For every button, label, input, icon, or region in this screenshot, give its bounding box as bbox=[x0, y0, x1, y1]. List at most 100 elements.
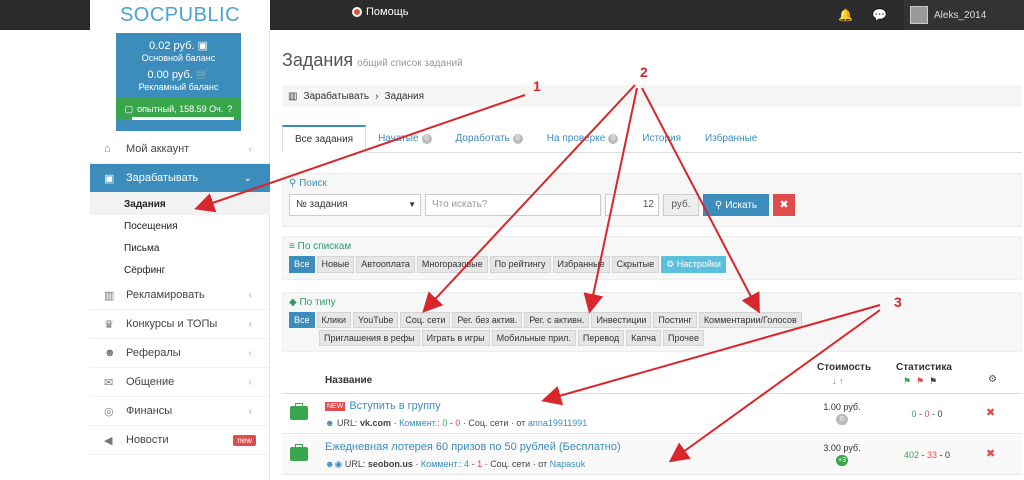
lifebuoy-icon bbox=[352, 7, 362, 17]
search-heading: ⚲ Поиск bbox=[289, 178, 327, 189]
chat-icon[interactable]: 💬 bbox=[872, 8, 887, 22]
list-chip[interactable]: Скрытые bbox=[611, 256, 660, 273]
hide-task-button[interactable]: ✖ bbox=[986, 406, 995, 419]
annotation-number: 1 bbox=[533, 78, 541, 94]
new-badge: NEW bbox=[325, 401, 346, 411]
col-name[interactable]: Название bbox=[325, 375, 372, 386]
type-chip[interactable]: Клики bbox=[316, 312, 352, 328]
task-title[interactable]: NEW Вступить в группу bbox=[325, 400, 441, 412]
types-panel: ◆ По типу Все Клики YouTube Соц. сети Ре… bbox=[282, 292, 1022, 352]
briefcase-icon bbox=[290, 403, 308, 420]
help-link[interactable]: Помощь bbox=[352, 6, 409, 18]
sidebar-item-earn[interactable]: ▣ Зарабатывать ⌄ bbox=[90, 164, 270, 193]
task-title[interactable]: Ежедневная лотерея 60 призов по 50 рубле… bbox=[325, 441, 621, 453]
search-type-select[interactable]: № задания ▼ bbox=[289, 194, 421, 216]
type-chip[interactable]: Все bbox=[289, 312, 315, 328]
comments-icon: ✉ bbox=[104, 376, 114, 389]
home-icon: ⌂ bbox=[104, 143, 111, 155]
type-chip[interactable]: Постинг bbox=[653, 312, 697, 328]
search-icon: ⚲ bbox=[289, 178, 297, 189]
col-cost: Стоимость bbox=[817, 362, 872, 373]
task-meta: ☻◉ URL: seobon.us · Коммент.: 4 - 1 · Со… bbox=[325, 459, 586, 469]
task-stats: 0 - 0 - 0 bbox=[911, 409, 943, 419]
type-chip[interactable]: Мобильные прил. bbox=[491, 330, 576, 346]
sidebar-item-news[interactable]: ◀ Новости new bbox=[90, 426, 270, 455]
chevron-left-icon: ‹ bbox=[248, 376, 252, 388]
sort-arrows-icon[interactable]: ↓ ↑ bbox=[832, 376, 844, 386]
breadcrumb-earn[interactable]: Зарабатывать bbox=[303, 91, 369, 102]
sidebar-item-contests[interactable]: ♛ Конкурсы и ТОПы ‹ bbox=[90, 310, 270, 339]
tab-history[interactable]: История bbox=[630, 125, 693, 153]
flag-green-icon: ⚑ bbox=[903, 376, 912, 386]
type-chip[interactable]: Играть в игры bbox=[421, 330, 490, 346]
page-subtitle: общий список заданий bbox=[357, 58, 463, 69]
author-link[interactable]: anna19911991 bbox=[528, 418, 587, 428]
type-chip[interactable]: Перевод bbox=[577, 330, 625, 346]
sidebar-item-advertise[interactable]: ▥ Рекламировать ‹ bbox=[90, 281, 270, 310]
sidebar-sub-tasks[interactable]: Задания bbox=[90, 193, 270, 215]
table-row: Ежедневная лотерея 60 призов по 50 рубле… bbox=[282, 435, 1022, 475]
search-button[interactable]: ⚲ Искать bbox=[703, 194, 769, 216]
tab-started[interactable]: Начатые 0 bbox=[366, 125, 443, 153]
table-header: Название Стоимость ↓ ↑ Статистика ⚑ ⚑ ⚑ … bbox=[282, 360, 1022, 394]
search-input[interactable]: Что искать? bbox=[425, 194, 601, 216]
type-chip[interactable]: Приглашения в рефы bbox=[319, 330, 420, 346]
type-chip[interactable]: Рег. без актив. bbox=[452, 312, 523, 328]
list-chip[interactable]: Многоразовые bbox=[416, 256, 488, 273]
type-chip[interactable]: YouTube bbox=[353, 312, 399, 328]
tab-rework[interactable]: Доработать 0 bbox=[444, 125, 535, 153]
type-chip[interactable]: Рег. с активн. bbox=[524, 312, 590, 328]
username: Aleks_2014 bbox=[934, 9, 987, 21]
type-chip[interactable]: Прочее bbox=[662, 330, 704, 346]
breadcrumb: ▥ Зарабатывать › Задания bbox=[282, 85, 1022, 107]
types-heading: ◆ По типу bbox=[289, 297, 336, 308]
clear-button[interactable]: ✖ bbox=[773, 194, 795, 216]
settings-button[interactable]: ⚙ Настройки bbox=[661, 256, 726, 273]
type-chip[interactable]: Соц. сети bbox=[400, 312, 451, 328]
type-chip[interactable]: Комментарии/Голосов bbox=[698, 312, 802, 328]
page-title: Задания общий список заданий bbox=[282, 50, 463, 70]
list-chip[interactable]: Автооплата bbox=[356, 256, 415, 273]
sidebar: 0.02 руб. ▣ Основной баланс 0.00 руб. 🛒 … bbox=[90, 30, 270, 480]
list-chip[interactable]: Избранные bbox=[552, 256, 610, 273]
type-chip[interactable]: Инвестиции bbox=[591, 312, 652, 328]
sidebar-sub-letters[interactable]: Письма bbox=[90, 237, 270, 259]
annotation-number: 2 bbox=[640, 64, 648, 80]
tag-icon: ◆ bbox=[289, 297, 297, 308]
briefcase-icon bbox=[290, 444, 308, 461]
sidebar-sub-surfing[interactable]: Сёрфинг bbox=[90, 259, 270, 281]
search-panel: ⚲ Поиск № задания ▼ Что искать? 12 руб. ⚲… bbox=[282, 173, 1022, 227]
square-icon: ▢ bbox=[124, 103, 134, 114]
user-menu[interactable]: Aleks_2014 bbox=[904, 0, 1024, 30]
amount-unit: руб. bbox=[663, 194, 699, 216]
search-icon: ⚲ bbox=[714, 199, 723, 211]
type-chip[interactable]: Капча bbox=[626, 330, 661, 346]
bullhorn-icon: ◀ bbox=[104, 434, 113, 447]
hide-task-button[interactable]: ✖ bbox=[986, 447, 995, 460]
sidebar-item-account[interactable]: ⌂ Мой аккаунт ‹ bbox=[90, 135, 270, 164]
tab-favorites[interactable]: Избранные bbox=[693, 125, 769, 153]
tab-all[interactable]: Все задания bbox=[282, 125, 367, 153]
logo[interactable]: SOCPUBLIC bbox=[90, 0, 270, 30]
list-chip[interactable]: Новые bbox=[316, 256, 355, 273]
author-link[interactable]: Napasuk bbox=[550, 459, 586, 469]
sidebar-sub-visits[interactable]: Посещения bbox=[90, 215, 270, 237]
amount-input[interactable]: 12 bbox=[605, 194, 659, 216]
ad-balance-label: Рекламный баланс bbox=[138, 82, 219, 92]
experience-progress bbox=[132, 117, 234, 120]
table-row: NEW Вступить в группу ☻ URL: vk.com · Ком… bbox=[282, 394, 1022, 434]
bell-icon[interactable]: 🔔 bbox=[838, 8, 853, 22]
main-balance-label: Основной баланс bbox=[141, 53, 216, 63]
sidebar-item-referrals[interactable]: ☻ Рефералы ‹ bbox=[90, 339, 270, 368]
list-chip[interactable]: По рейтингу bbox=[489, 256, 551, 273]
question-icon: ? bbox=[227, 104, 233, 114]
wallet-icon: ▣ bbox=[197, 40, 208, 52]
tab-review[interactable]: На проверке 0 bbox=[535, 125, 630, 153]
list-chip[interactable]: Все bbox=[289, 256, 315, 273]
chevron-left-icon: ‹ bbox=[248, 347, 252, 359]
sidebar-item-chat[interactable]: ✉ Общение ‹ bbox=[90, 368, 270, 397]
sidebar-item-finance[interactable]: ◎ Финансы ‹ bbox=[90, 397, 270, 426]
chevron-right-icon: › bbox=[375, 90, 379, 102]
task-price: 1.00 руб. 0 bbox=[823, 402, 861, 425]
cart-icon: 🛒 bbox=[195, 69, 210, 81]
